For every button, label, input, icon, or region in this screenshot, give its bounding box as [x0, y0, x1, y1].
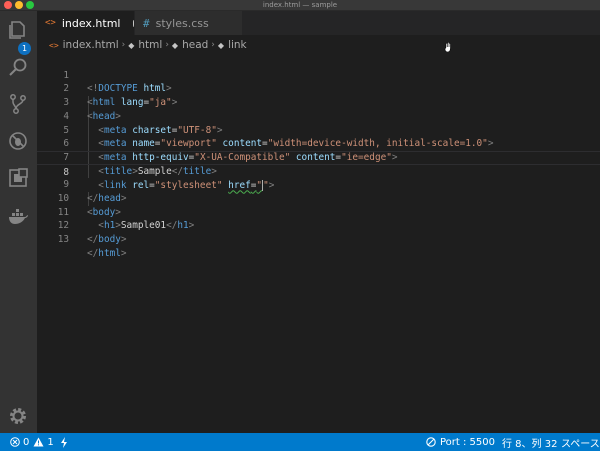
- breadcrumb: <> index.html › ◆ html › ◆ head › ◆ link: [37, 35, 600, 55]
- breadcrumb-item[interactable]: head: [182, 39, 208, 51]
- explorer-icon[interactable]: [7, 19, 29, 41]
- code-line[interactable]: 2 <html lang="ja">: [37, 69, 600, 108]
- code-line-current[interactable]: 8 <link rel="stylesheet" href="">: [37, 150, 600, 192]
- status-bar: 0 1 Port : 5500 行 8、列 32 スペース: [0, 433, 600, 451]
- code-line[interactable]: 9 </head>: [37, 165, 600, 204]
- code-editor[interactable]: 1 <!DOCTYPE html> 2 <html lang="ja"> 3 <…: [37, 55, 600, 433]
- element-icon: ◆: [128, 40, 135, 50]
- code-text: </html>: [87, 247, 127, 259]
- block-icon: [426, 437, 436, 447]
- lightning-icon[interactable]: [60, 433, 68, 451]
- source-control-icon[interactable]: [7, 93, 29, 115]
- gear-icon[interactable]: [7, 405, 29, 427]
- chevron-right-icon: ›: [121, 40, 126, 50]
- vscode-window: index.html — sample 1 <> index.html # st…: [0, 0, 600, 451]
- tab-bar: <> index.html # styles.css: [37, 11, 600, 35]
- code-line[interactable]: 6 <meta http-equiv="X-UA-Compatible" con…: [37, 124, 600, 163]
- title-bar: index.html — sample: [0, 0, 600, 11]
- activity-bar: 1: [0, 11, 37, 433]
- css-file-icon: #: [143, 16, 150, 30]
- window-title: index.html — sample: [262, 1, 338, 9]
- line-number: 13: [57, 234, 69, 246]
- code-line[interactable]: 10 <body>: [37, 178, 600, 218]
- error-icon: [10, 437, 20, 447]
- warning-count: 1: [47, 436, 54, 448]
- indentation-setting[interactable]: スペース: [561, 433, 600, 451]
- code-text: </body>: [87, 234, 127, 246]
- code-line[interactable]: 1 <!DOCTYPE html>: [37, 55, 600, 95]
- code-line[interactable]: 11 <h1>Sample01</h1>: [37, 192, 600, 232]
- search-icon[interactable]: [7, 56, 29, 78]
- element-icon: ◆: [171, 40, 179, 50]
- explorer-badge: 1: [18, 42, 31, 55]
- tab-styles-css[interactable]: # styles.css: [134, 11, 242, 35]
- problems-indicator[interactable]: 0 1: [10, 433, 54, 451]
- code-line[interactable]: 4 <meta charset="UTF-8">: [37, 96, 600, 136]
- breadcrumb-item[interactable]: index.html: [63, 39, 119, 51]
- breadcrumb-item[interactable]: html: [138, 39, 162, 51]
- chevron-right-icon: ›: [165, 40, 169, 50]
- code-line[interactable]: 12 </body>: [37, 206, 600, 245]
- code-line[interactable]: 7 <title>Sample</title>: [37, 137, 600, 177]
- element-icon: ◆: [217, 40, 225, 50]
- live-server-port[interactable]: Port : 5500: [426, 433, 495, 451]
- chevron-right-icon: ›: [211, 40, 215, 50]
- docker-icon[interactable]: [7, 206, 29, 228]
- html-file-icon: <>: [45, 18, 56, 28]
- code-line[interactable]: 5 <meta name="viewport" content="width=d…: [37, 110, 600, 150]
- tab-label: index.html: [61, 16, 121, 30]
- error-count: 0: [23, 436, 30, 448]
- debug-icon[interactable]: [7, 130, 29, 152]
- extensions-icon[interactable]: [7, 167, 29, 189]
- warning-icon: [33, 437, 44, 447]
- port-label: Port : 5500: [440, 436, 495, 448]
- code-line[interactable]: 13 </html>: [37, 219, 600, 259]
- tab-index-html[interactable]: <> index.html: [37, 11, 134, 35]
- breadcrumb-item[interactable]: link: [228, 39, 247, 51]
- html-file-icon: <>: [49, 40, 59, 50]
- cursor-position[interactable]: 行 8、列 32: [502, 433, 557, 451]
- hand-cursor-icon: [444, 42, 451, 52]
- tab-label: styles.css: [155, 16, 209, 30]
- code-line[interactable]: 3 <head>: [37, 82, 600, 122]
